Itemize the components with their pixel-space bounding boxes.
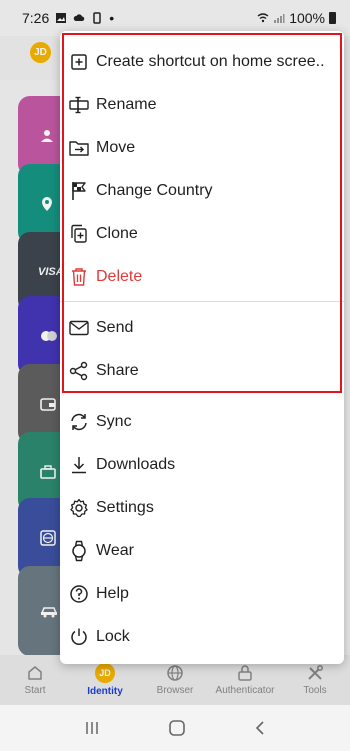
menu-item-share[interactable]: Share bbox=[60, 349, 344, 392]
menu-item-label: Send bbox=[96, 318, 134, 336]
home-button-icon[interactable] bbox=[168, 719, 186, 737]
menu-item-label: Sync bbox=[96, 412, 132, 430]
menu-item-label: Settings bbox=[96, 498, 154, 516]
menu-item-send[interactable]: Send bbox=[60, 306, 344, 349]
watch-icon bbox=[68, 540, 90, 562]
recent-apps-icon[interactable] bbox=[83, 720, 101, 736]
menu-item-wear[interactable]: Wear bbox=[60, 529, 344, 572]
menu-item-label: Move bbox=[96, 138, 136, 156]
menu-item-label: Create shortcut on home scree.. bbox=[96, 52, 325, 70]
system-navigation-bar bbox=[0, 705, 350, 751]
overflow-menu: Create shortcut on home scree.. Rename M… bbox=[60, 31, 344, 664]
menu-item-label: Help bbox=[96, 584, 129, 602]
menu-divider bbox=[60, 301, 344, 302]
help-icon bbox=[68, 583, 90, 605]
gear-icon bbox=[68, 497, 90, 519]
move-folder-icon bbox=[68, 137, 90, 159]
menu-item-label: Lock bbox=[96, 627, 130, 645]
menu-item-sync[interactable]: Sync bbox=[60, 400, 344, 443]
menu-item-delete[interactable]: Delete bbox=[60, 255, 344, 298]
back-icon[interactable] bbox=[253, 720, 267, 736]
menu-item-label: Downloads bbox=[96, 455, 176, 473]
menu-item-label: Change Country bbox=[96, 181, 213, 199]
add-shortcut-icon bbox=[68, 51, 90, 73]
rename-icon bbox=[68, 94, 90, 116]
menu-item-change-country[interactable]: Change Country bbox=[60, 169, 344, 212]
menu-item-label: Wear bbox=[96, 541, 134, 559]
menu-item-downloads[interactable]: Downloads bbox=[60, 443, 344, 486]
menu-item-clone[interactable]: Clone bbox=[60, 212, 344, 255]
menu-item-rename[interactable]: Rename bbox=[60, 83, 344, 126]
menu-item-label: Clone bbox=[96, 224, 138, 242]
clone-icon bbox=[68, 223, 90, 245]
share-icon bbox=[68, 360, 90, 382]
power-icon bbox=[68, 626, 90, 648]
flag-icon bbox=[68, 180, 90, 202]
sync-icon bbox=[68, 411, 90, 433]
envelope-icon bbox=[68, 317, 90, 339]
menu-item-help[interactable]: Help bbox=[60, 572, 344, 615]
menu-item-lock[interactable]: Lock bbox=[60, 615, 344, 658]
menu-item-label: Delete bbox=[96, 267, 143, 285]
menu-item-label: Rename bbox=[96, 95, 157, 113]
menu-item-label: Share bbox=[96, 361, 139, 379]
trash-icon bbox=[68, 266, 90, 288]
menu-item-create-shortcut[interactable]: Create shortcut on home scree.. bbox=[60, 40, 344, 83]
menu-item-move[interactable]: Move bbox=[60, 126, 344, 169]
menu-item-settings[interactable]: Settings bbox=[60, 486, 344, 529]
download-icon bbox=[68, 454, 90, 476]
